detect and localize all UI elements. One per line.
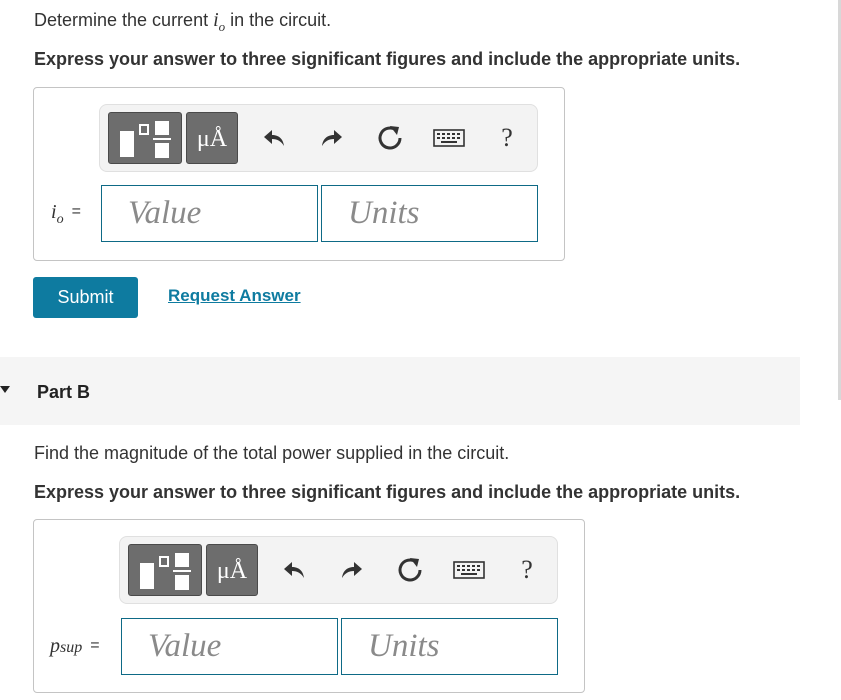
help-icon: ?	[521, 555, 533, 584]
undo-icon	[284, 562, 304, 578]
question-variable: io	[213, 9, 225, 34]
redo-button[interactable]	[314, 121, 348, 155]
undo-button[interactable]	[258, 121, 292, 155]
part-b-title: Part B	[37, 382, 91, 402]
part-a-value-input[interactable]	[101, 185, 318, 242]
part-a-toolbar: μÅ ?	[99, 104, 538, 172]
units-button[interactable]: μÅ	[206, 544, 258, 596]
reset-icon	[378, 126, 402, 150]
question-suffix: in the circuit.	[225, 10, 332, 30]
equals-sign: =	[71, 203, 81, 220]
part-a-units-input[interactable]	[321, 185, 538, 242]
equals-sign: =	[90, 637, 100, 654]
part-b-instructions: Express your answer to three significant…	[34, 482, 741, 502]
part-b-units-input[interactable]	[341, 618, 558, 675]
undo-button[interactable]	[278, 553, 312, 587]
part-a-question: Determine the current io in the circuit.	[34, 9, 331, 35]
redo-icon	[322, 130, 342, 146]
variable-subscript: o	[56, 212, 64, 227]
keyboard-icon	[433, 129, 465, 147]
variable-subscript: sup	[60, 639, 83, 656]
units-icon: μÅ	[196, 126, 228, 152]
part-b-toolbar: μÅ ?	[119, 536, 558, 604]
help-button[interactable]: ?	[510, 553, 544, 587]
part-b-value-input[interactable]	[121, 618, 338, 675]
templates-button[interactable]	[108, 112, 182, 164]
units-button[interactable]: μÅ	[186, 112, 238, 164]
part-a-answer-box: μÅ ? io =	[33, 87, 565, 261]
variable-symbol: p	[50, 635, 60, 657]
redo-button[interactable]	[334, 553, 368, 587]
keyboard-button[interactable]	[431, 121, 467, 155]
units-icon: μÅ	[216, 558, 248, 584]
undo-icon	[264, 130, 284, 146]
reset-button[interactable]	[393, 553, 427, 587]
part-b-answer-box: μÅ ? psup =	[33, 519, 585, 693]
reset-icon	[398, 558, 422, 582]
part-a-variable-label: io =	[51, 201, 81, 228]
help-icon: ?	[501, 123, 513, 152]
submit-button[interactable]: Submit	[33, 277, 138, 318]
reset-button[interactable]	[373, 121, 407, 155]
request-answer-link[interactable]: Request Answer	[168, 286, 301, 306]
redo-icon	[342, 562, 362, 578]
part-b-question: Find the magnitude of the total power su…	[34, 443, 510, 463]
keyboard-button[interactable]	[451, 553, 487, 587]
question-prefix: Determine the current	[34, 10, 214, 30]
help-button[interactable]: ?	[490, 121, 524, 155]
part-a-instructions: Express your answer to three significant…	[34, 49, 741, 69]
part-b-variable-label: psup =	[50, 635, 100, 658]
part-b-header[interactable]: Part B	[0, 357, 800, 425]
keyboard-icon	[453, 561, 485, 579]
templates-button[interactable]	[128, 544, 202, 596]
collapse-caret-icon[interactable]	[0, 386, 10, 393]
